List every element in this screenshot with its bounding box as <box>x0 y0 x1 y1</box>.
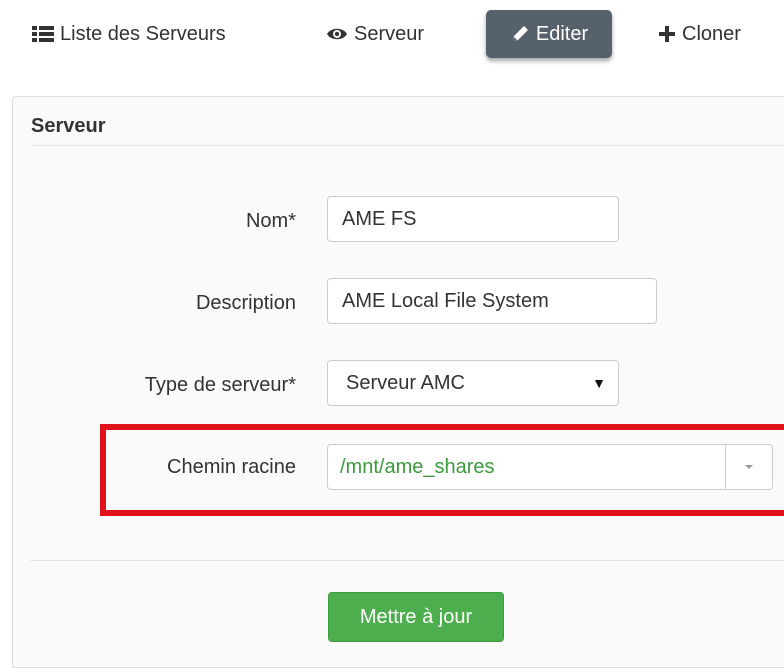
tab-server-list-label: Liste des Serveurs <box>60 23 226 45</box>
name-label: Nom* <box>245 210 296 232</box>
tab-clone-label: Cloner <box>682 23 741 45</box>
server-type-select[interactable]: Serveur AMC ▼ <box>327 360 619 406</box>
tab-clone[interactable]: Cloner <box>658 10 741 58</box>
tab-server-list[interactable]: Liste des Serveurs <box>32 10 226 58</box>
description-field[interactable] <box>327 278 657 324</box>
eye-icon <box>326 26 348 42</box>
plus-icon <box>658 25 676 43</box>
highlight-box <box>100 424 784 516</box>
tab-edit-label: Editer <box>535 23 589 45</box>
tab-view-server-label: Serveur <box>354 23 425 45</box>
server-type-label: Type de serveur* <box>144 374 296 396</box>
panel-title: Serveur <box>31 115 106 137</box>
server-type-value: Serveur AMC <box>346 372 465 394</box>
name-field[interactable] <box>327 196 619 242</box>
tab-edit[interactable]: Editer <box>486 10 612 58</box>
list-icon <box>32 25 54 43</box>
pencil-icon <box>510 24 530 44</box>
tab-view-server[interactable]: Serveur <box>326 10 424 58</box>
update-button[interactable]: Mettre à jour <box>328 592 504 642</box>
server-nav: Liste des Serveurs Serveur Editer Cloner <box>0 0 784 70</box>
description-label: Description <box>195 292 296 314</box>
form-divider <box>30 560 784 561</box>
caret-down-icon: ▼ <box>592 375 606 391</box>
panel-divider <box>31 145 784 146</box>
